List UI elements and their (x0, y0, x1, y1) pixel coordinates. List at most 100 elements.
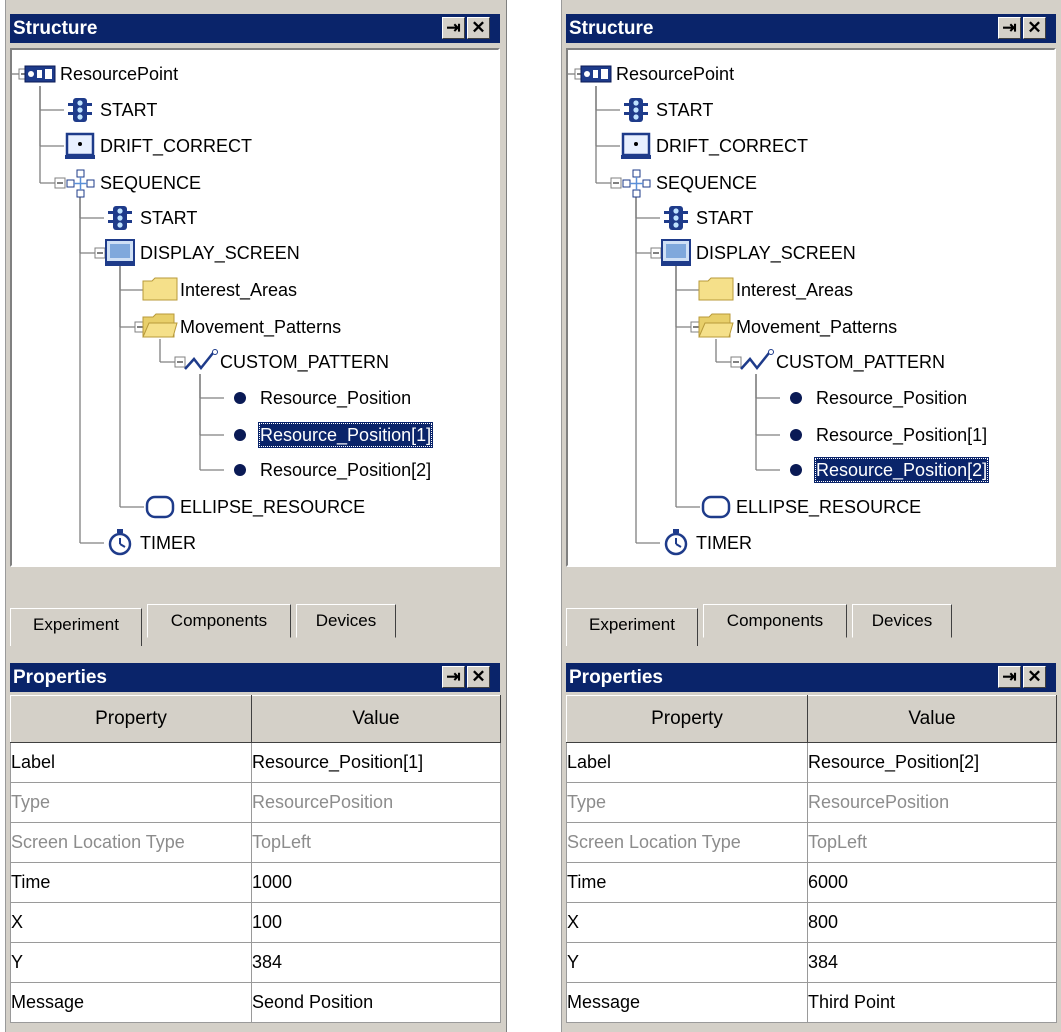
column-header-value[interactable]: Value (251, 695, 501, 743)
tree-node-label[interactable]: DRIFT_CORRECT (654, 133, 810, 159)
dot-icon (790, 464, 802, 476)
property-name-cell: Screen Location Type (566, 822, 808, 863)
resourcepoint-icon (24, 65, 56, 83)
table-row[interactable]: Time 1000 (10, 862, 501, 903)
table-row[interactable]: Y 384 (566, 942, 1057, 983)
scroll-left-button[interactable]: ◀ (570, 565, 594, 567)
close-button[interactable]: ✕ (467, 17, 490, 39)
table-row[interactable]: Type ResourcePosition (10, 782, 501, 823)
tree-node-label[interactable]: Resource_Position (814, 385, 969, 411)
property-value-cell[interactable]: 384 (251, 942, 501, 983)
tab-experiment[interactable]: Experiment (566, 608, 698, 646)
collapse-toggle-icon[interactable] (94, 247, 106, 259)
tree-node-label[interactable]: START (654, 97, 715, 123)
property-value-cell[interactable]: Third Point (807, 982, 1057, 1023)
close-button[interactable]: ✕ (1023, 666, 1046, 688)
tree-node-label[interactable]: TIMER (694, 530, 754, 556)
pin-button[interactable]: ⇥ (998, 666, 1021, 688)
pin-button[interactable]: ⇥ (998, 17, 1021, 39)
tree-lines (568, 65, 802, 556)
tree-node-label[interactable]: DISPLAY_SCREEN (138, 240, 302, 266)
tree-node-label[interactable]: SEQUENCE (98, 170, 203, 196)
collapse-toggle-icon[interactable] (610, 177, 622, 189)
column-header-value[interactable]: Value (807, 695, 1057, 743)
table-row[interactable]: Label Resource_Position[2] (566, 742, 1057, 783)
tree-node-label[interactable]: Interest_Areas (734, 277, 855, 303)
sequence-icon (66, 169, 95, 198)
pin-button[interactable]: ⇥ (442, 17, 465, 39)
scroll-right-button[interactable]: ▶ (1030, 565, 1054, 567)
tree-node-label[interactable]: Resource_Position[2] (814, 457, 990, 483)
tree-node-label[interactable]: DRIFT_CORRECT (98, 133, 254, 159)
horizontal-scrollbar[interactable]: ◀▶ (14, 565, 498, 567)
pin-button[interactable]: ⇥ (442, 666, 465, 688)
property-value-cell[interactable]: Resource_Position[1] (251, 742, 501, 783)
property-value-cell[interactable]: 1000 (251, 862, 501, 903)
left-panel-column: Structure ⇥ ✕ ResourcePoint START DRIFT_CORRE… (5, 0, 507, 1032)
property-value-cell[interactable]: 100 (251, 902, 501, 943)
traffic-light-icon (68, 98, 92, 122)
tree-node-label[interactable]: START (138, 205, 199, 231)
tree-node-label[interactable]: Movement_Patterns (178, 314, 343, 340)
properties-titlebar: Properties ⇥ ✕ (566, 663, 1056, 692)
table-row[interactable]: Y 384 (10, 942, 501, 983)
tree-node-label[interactable]: ELLIPSE_RESOURCE (178, 494, 367, 520)
table-row[interactable]: Time 6000 (566, 862, 1057, 903)
tree-node-label[interactable]: Resource_Position[2] (258, 457, 433, 483)
table-row[interactable]: Label Resource_Position[1] (10, 742, 501, 783)
tree-node-label[interactable]: TIMER (138, 530, 198, 556)
traffic-light-icon (664, 206, 688, 230)
table-row[interactable]: Message Third Point (566, 982, 1057, 1023)
close-button[interactable]: ✕ (1023, 17, 1046, 39)
tree-node-label[interactable]: Resource_Position (258, 385, 413, 411)
property-value-cell[interactable]: Seond Position (251, 982, 501, 1023)
tab-devices[interactable]: Devices (296, 604, 396, 638)
tree-node-label[interactable]: CUSTOM_PATTERN (218, 349, 391, 375)
tree-node-label[interactable]: ELLIPSE_RESOURCE (734, 494, 923, 520)
property-name-cell: Y (10, 942, 252, 983)
monitor-icon (661, 239, 691, 266)
tree-node-label[interactable]: START (694, 205, 755, 231)
table-header-row: Property Value (10, 695, 501, 743)
property-value-cell[interactable]: Resource_Position[2] (807, 742, 1057, 783)
tree-node-label[interactable]: START (98, 97, 159, 123)
tree-node-label[interactable]: CUSTOM_PATTERN (774, 349, 947, 375)
close-button[interactable]: ✕ (467, 666, 490, 688)
tab-components[interactable]: Components (147, 604, 291, 638)
table-row[interactable]: X 800 (566, 902, 1057, 943)
collapse-toggle-icon[interactable] (174, 356, 186, 368)
scroll-thumb[interactable] (594, 565, 620, 567)
tab-devices[interactable]: Devices (852, 604, 952, 638)
table-row[interactable]: Message Seond Position (10, 982, 501, 1023)
column-header-property[interactable]: Property (10, 695, 252, 743)
property-value-cell[interactable]: 384 (807, 942, 1057, 983)
table-row[interactable]: Type ResourcePosition (566, 782, 1057, 823)
collapse-toggle-icon[interactable] (54, 177, 66, 189)
collapse-toggle-icon[interactable] (650, 247, 662, 259)
tree-node-label[interactable]: SEQUENCE (654, 170, 759, 196)
tree-node-label[interactable]: Movement_Patterns (734, 314, 899, 340)
property-name-cell: Time (10, 862, 252, 903)
scroll-right-button[interactable]: ▶ (474, 565, 498, 567)
table-row[interactable]: Screen Location Type TopLeft (10, 822, 501, 863)
property-name-cell: Label (566, 742, 808, 783)
collapse-toggle-icon[interactable] (730, 356, 742, 368)
column-header-property[interactable]: Property (566, 695, 808, 743)
tab-experiment[interactable]: Experiment (10, 608, 142, 646)
property-value-cell[interactable]: 800 (807, 902, 1057, 943)
tree-node-label[interactable]: ResourcePoint (614, 61, 736, 87)
scroll-left-button[interactable]: ◀ (14, 565, 38, 567)
tree-node-label[interactable]: DISPLAY_SCREEN (694, 240, 858, 266)
table-row[interactable]: Screen Location Type TopLeft (566, 822, 1057, 863)
scroll-thumb[interactable] (38, 565, 64, 567)
tree-node-label[interactable]: ResourcePoint (58, 61, 180, 87)
tab-components[interactable]: Components (703, 604, 847, 638)
table-row[interactable]: X 100 (10, 902, 501, 943)
tree-node-label[interactable]: Interest_Areas (178, 277, 299, 303)
right-panel-column: Structure ⇥ ✕ ResourcePoint START DRIFT_CORRE… (561, 0, 1061, 1032)
tree-node-label[interactable]: Resource_Position[1] (814, 422, 989, 448)
ellipse-icon (145, 495, 175, 519)
tree-node-label[interactable]: Resource_Position[1] (258, 422, 434, 448)
property-value-cell[interactable]: 6000 (807, 862, 1057, 903)
horizontal-scrollbar[interactable]: ◀▶ (570, 565, 1054, 567)
